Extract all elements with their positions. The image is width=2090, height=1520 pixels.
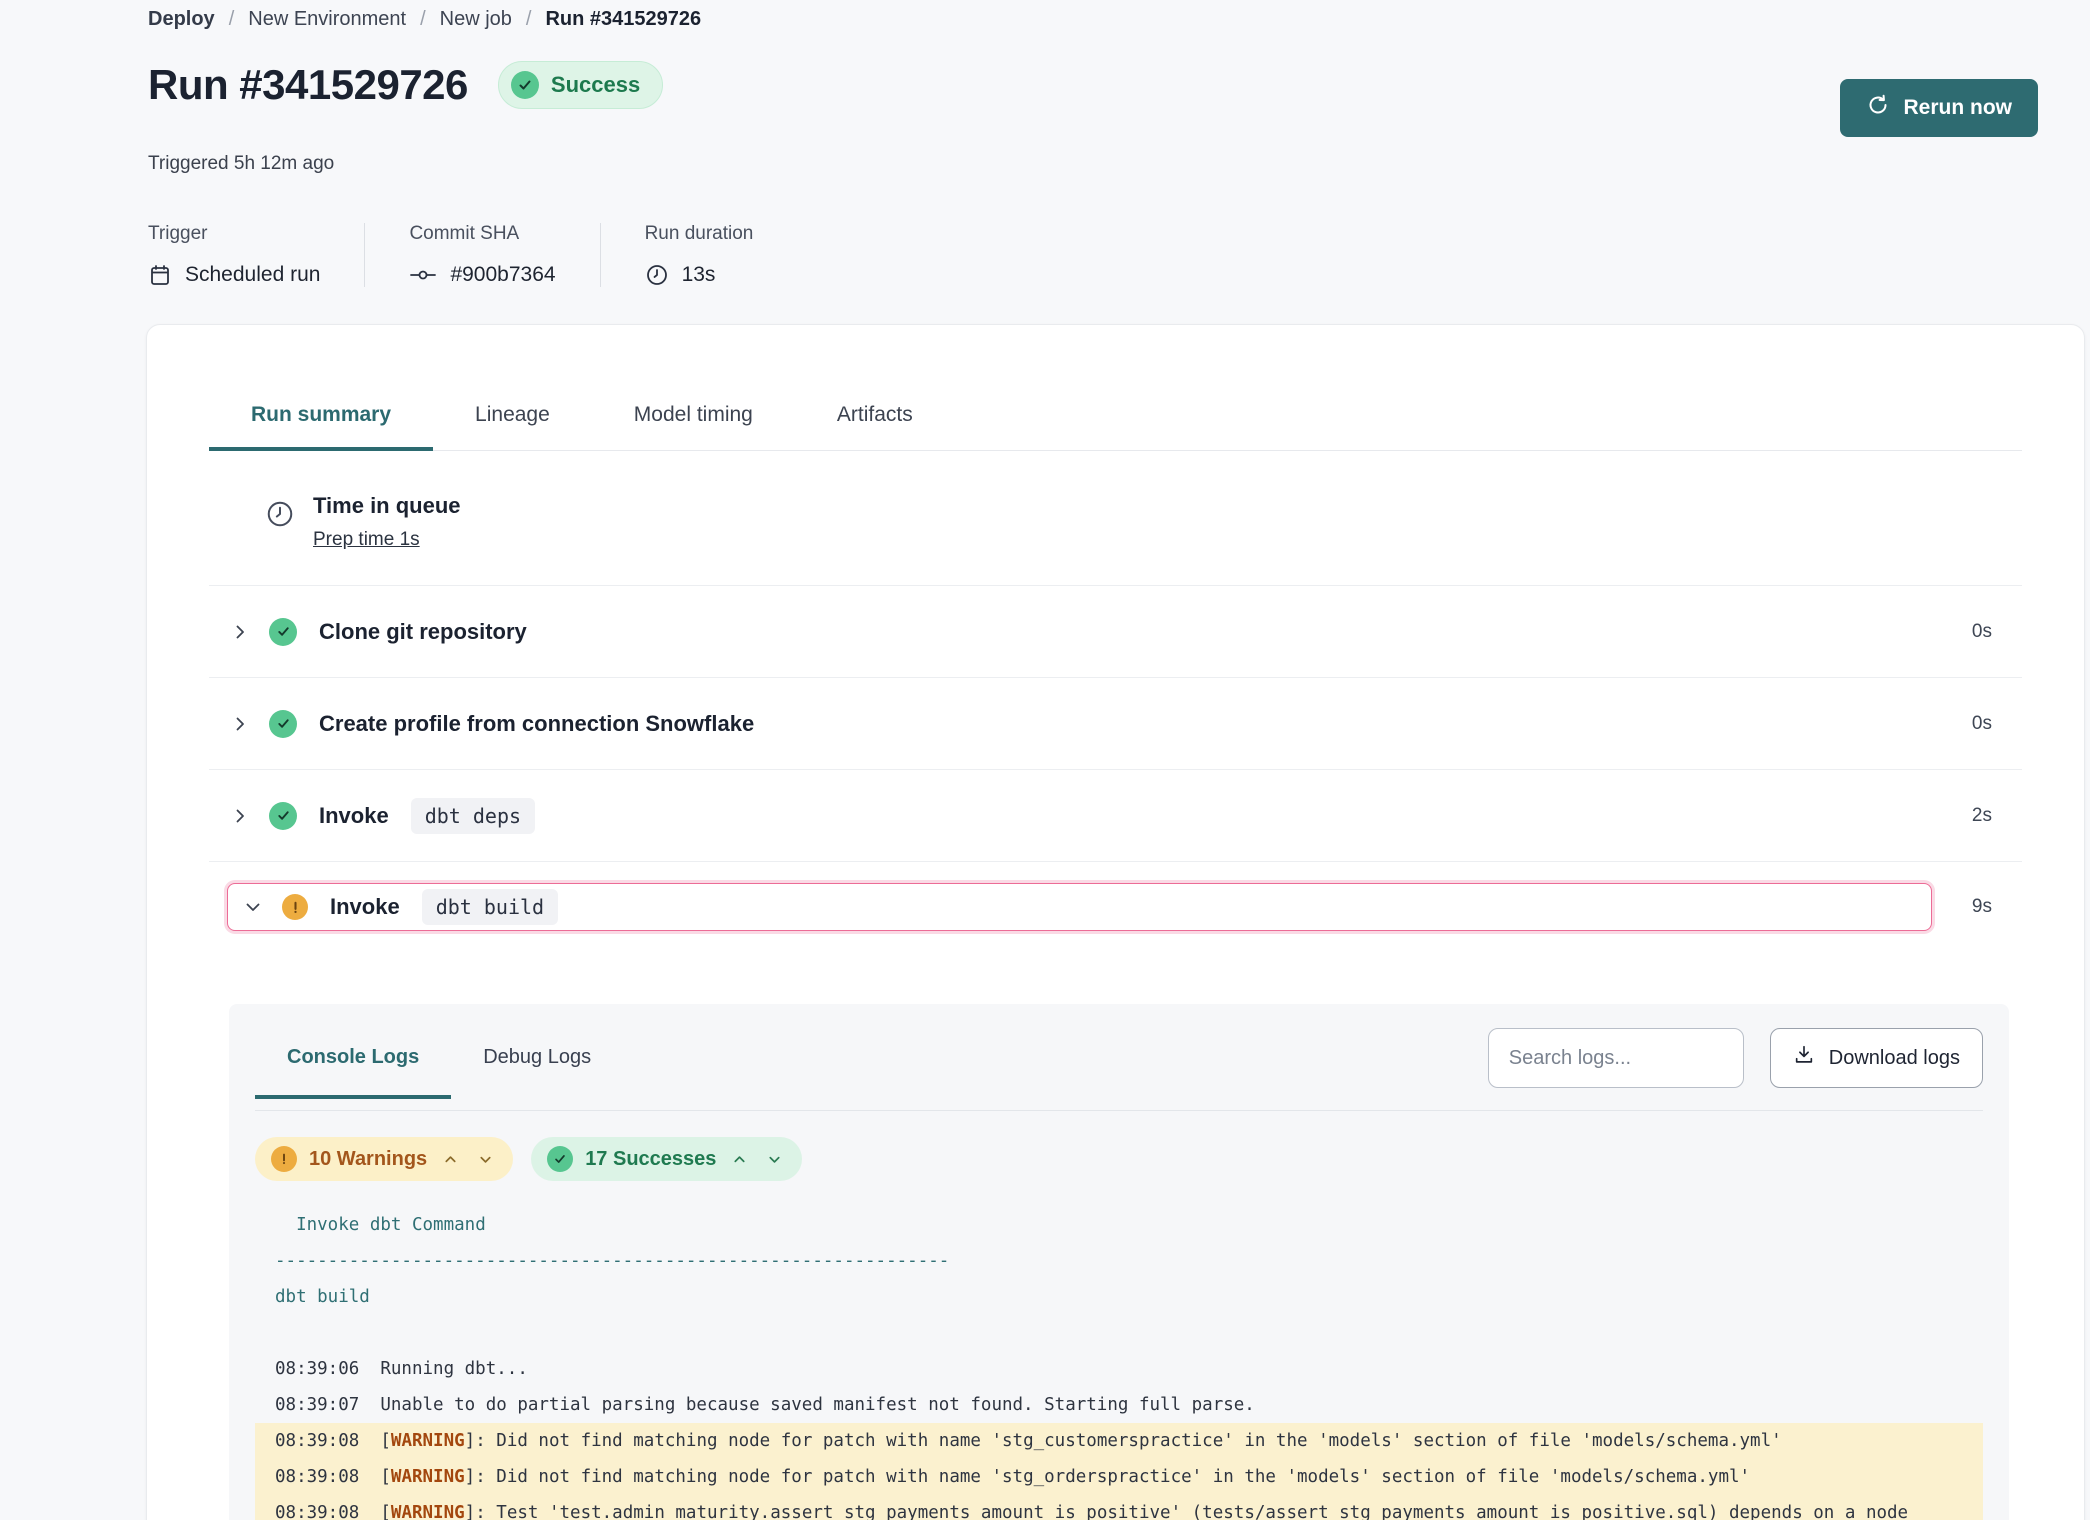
step-duration: 9s: [1972, 896, 1992, 918]
step-command-chip: dbt build: [422, 889, 558, 925]
warnings-count: 10 Warnings: [309, 1148, 427, 1171]
meta-trigger: Trigger Scheduled run: [148, 223, 365, 287]
log-line: dbt build: [255, 1279, 1983, 1315]
warning-icon: [271, 1146, 297, 1172]
chevron-right-icon[interactable]: [227, 623, 253, 641]
log-line: 08:39:07 Unable to do partial parsing be…: [255, 1387, 1983, 1423]
console-log-panel: Console Logs Debug Logs Download logs: [229, 1004, 2009, 1520]
run-tabs: Run summary Lineage Model timing Artifac…: [209, 403, 2022, 451]
trigger-value: Scheduled run: [185, 263, 320, 287]
warning-token: WARNING: [391, 1431, 465, 1451]
warning-token: WARNING: [391, 1503, 465, 1520]
step-row-dbt-build[interactable]: Invoke dbt build 9s: [209, 862, 2022, 952]
success-check-icon: [511, 71, 539, 99]
successes-count: 17 Successes: [585, 1148, 716, 1171]
tab-model-timing[interactable]: Model timing: [592, 403, 795, 451]
triggered-timestamp: Triggered 5h 12m ago: [148, 153, 2090, 175]
refresh-icon: [1866, 93, 1890, 123]
status-badge-label: Success: [551, 72, 640, 98]
chevron-down-icon[interactable]: [240, 898, 266, 916]
tab-console-logs[interactable]: Console Logs: [255, 1046, 451, 1099]
breadcrumb-deploy[interactable]: Deploy: [148, 8, 215, 31]
breadcrumb-current-run: Run #341529726: [545, 8, 701, 31]
step-label: Clone git repository: [319, 619, 527, 645]
success-check-icon: [547, 1146, 573, 1172]
breadcrumb-new-job[interactable]: New job: [440, 8, 512, 31]
step-label: Invoke: [330, 894, 400, 920]
breadcrumb: Deploy / New Environment / New job / Run…: [148, 8, 2090, 31]
log-line: 08:39:08 [WARNING]: Test 'test.admin_mat…: [255, 1495, 1983, 1520]
calendar-icon: [148, 263, 172, 287]
download-logs-button[interactable]: Download logs: [1770, 1028, 1983, 1088]
step-row-create-profile[interactable]: Create profile from connection Snowflake…: [209, 678, 2022, 770]
selected-step-box[interactable]: Invoke dbt build: [227, 883, 1932, 931]
step-duration: 2s: [1972, 805, 1992, 827]
log-line: 08:39:08 [WARNING]: Did not find matchin…: [255, 1459, 1983, 1495]
page-title: Run #341529726: [148, 61, 468, 109]
run-meta: Trigger Scheduled run Commit SHA #900b73…: [148, 223, 2090, 287]
clock-icon: [645, 263, 669, 287]
rerun-now-label: Rerun now: [1904, 96, 2013, 120]
commit-sha-value: #900b7364: [450, 263, 555, 287]
search-logs-input[interactable]: [1488, 1028, 1744, 1088]
prep-time-link[interactable]: Prep time 1s: [313, 529, 420, 551]
log-line: Invoke dbt Command: [255, 1207, 1983, 1243]
step-row-clone-git[interactable]: Clone git repository 0s: [209, 586, 2022, 678]
log-line: ----------------------------------------…: [255, 1243, 1983, 1279]
warning-icon: [282, 894, 308, 920]
commit-sha-label: Commit SHA: [409, 223, 555, 245]
chevron-up-icon[interactable]: [439, 1152, 462, 1167]
success-check-icon: [269, 710, 297, 738]
chevron-up-icon[interactable]: [728, 1152, 751, 1167]
meta-duration: Run duration 13s: [645, 223, 798, 287]
step-row-dbt-deps[interactable]: Invoke dbt deps 2s: [209, 770, 2022, 862]
breadcrumb-new-environment[interactable]: New Environment: [248, 8, 406, 31]
log-summary-badges: 10 Warnings 17 Successes: [255, 1137, 1983, 1181]
success-check-icon: [269, 618, 297, 646]
rerun-now-button[interactable]: Rerun now: [1840, 79, 2039, 137]
step-duration: 0s: [1972, 621, 1992, 643]
chevron-down-icon[interactable]: [474, 1152, 497, 1167]
trigger-label: Trigger: [148, 223, 320, 245]
breadcrumb-separator: /: [526, 8, 532, 31]
log-lines: Invoke dbt Command----------------------…: [255, 1207, 1983, 1520]
meta-commit: Commit SHA #900b7364: [409, 223, 600, 287]
warning-token: WARNING: [391, 1467, 465, 1487]
run-summary-card: Run summary Lineage Model timing Artifac…: [146, 324, 2085, 1520]
step-label: Invoke: [319, 803, 389, 829]
tab-debug-logs[interactable]: Debug Logs: [451, 1046, 623, 1099]
step-duration: 0s: [1972, 713, 1992, 735]
time-in-queue-title: Time in queue: [313, 493, 461, 519]
chevron-down-icon[interactable]: [763, 1152, 786, 1167]
download-logs-label: Download logs: [1829, 1047, 1960, 1070]
run-detail-page: Deploy / New Environment / New job / Run…: [0, 0, 2090, 1520]
log-line: 08:39:06 Running dbt...: [255, 1351, 1983, 1387]
tab-lineage[interactable]: Lineage: [433, 403, 592, 451]
warnings-badge: 10 Warnings: [255, 1137, 513, 1181]
clock-icon: [265, 499, 295, 551]
chevron-right-icon[interactable]: [227, 807, 253, 825]
breadcrumb-separator: /: [229, 8, 235, 31]
download-icon: [1793, 1044, 1815, 1072]
tab-run-summary[interactable]: Run summary: [209, 403, 433, 451]
commit-icon: [409, 263, 437, 287]
log-tabs: Console Logs Debug Logs: [255, 1046, 623, 1098]
success-check-icon: [269, 802, 297, 830]
time-in-queue-section: Time in queue Prep time 1s: [209, 451, 2022, 586]
successes-badge: 17 Successes: [531, 1137, 802, 1181]
step-label: Create profile from connection Snowflake: [319, 711, 754, 737]
log-line: [255, 1315, 1983, 1351]
run-duration-value: 13s: [682, 263, 716, 287]
status-badge: Success: [498, 61, 663, 109]
log-line: 08:39:08 [WARNING]: Did not find matchin…: [255, 1423, 1983, 1459]
step-command-chip: dbt deps: [411, 798, 535, 834]
tab-artifacts[interactable]: Artifacts: [795, 403, 955, 451]
chevron-right-icon[interactable]: [227, 715, 253, 733]
breadcrumb-separator: /: [420, 8, 426, 31]
run-duration-label: Run duration: [645, 223, 754, 245]
